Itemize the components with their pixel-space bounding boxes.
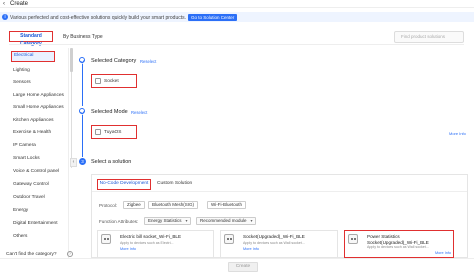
product-more-info-link[interactable]: More Info [243,247,259,251]
help-icon[interactable]: ? [67,251,73,257]
create-button[interactable]: Create [228,262,258,272]
tabs-divider [9,44,464,45]
protocol-zigbee[interactable]: Zigbee [123,201,145,209]
reselect-category-link[interactable]: Reselect [140,59,156,64]
sidebar-item-outdoor-travel[interactable]: Outdoor Travel [13,195,45,200]
protocol-bluetooth-mesh[interactable]: Bluetooth Mesh(SIG) [148,201,199,209]
solution-center-button[interactable]: Go to Solution Center [188,13,238,21]
energy-statistics-dropdown[interactable]: Energy Statistics ▾ [144,217,191,225]
info-banner: i Various perfected and cost-effective s… [0,12,474,22]
product-more-info-link[interactable]: More Info [435,251,451,255]
tuyaos-icon [95,129,101,135]
sidebar-item-gateway-control[interactable]: Gateway Control [13,182,49,187]
selected-category-card[interactable]: Socket [91,74,137,88]
category-help-text: Can't find the category? [6,252,57,257]
tab-no-code-development[interactable]: No-Code Development [97,179,151,190]
sidebar-item-kitchen-appliances[interactable]: Kitchen Appliances [13,118,54,123]
banner-text: Various perfected and cost-effective sol… [10,14,187,21]
product-description: Apply to devices such as Wall socket... [367,245,429,249]
sidebar-item-voice-control-panel[interactable]: Voice & Control panel [13,169,59,174]
sidebar-item-large-home-appliances[interactable]: Large Home Appliances [13,93,64,98]
sidebar-item-digital-entertainment[interactable]: Digital Entertainment [13,221,58,226]
select-solution-title: Select a solution [91,159,132,165]
back-icon[interactable]: ‹ [3,1,5,7]
reselect-mode-link[interactable]: Reselect [131,110,147,115]
sidebar-item-energy[interactable]: Energy [13,208,28,213]
chevron-down-icon: ▾ [250,218,253,223]
product-card-socket-upgraded[interactable]: Socket(Upgraded)_Wi-Fi_BLE Apply to devi… [220,230,338,258]
sidebar-item-electrical[interactable]: Electrical [11,51,55,62]
product-card-electric-bill-socket[interactable]: Electric bill socket_Wi-Fi_BLE Apply to … [97,230,214,258]
socket-icon [101,234,111,244]
footer-bar: Create [0,258,474,274]
sidebar-item-sensors[interactable]: Sensors [13,80,31,85]
product-description: Apply to devices such as Wall socket... [243,241,305,245]
tab-custom-solution[interactable]: Custom Solution [157,181,192,186]
subtab-divider [92,191,467,192]
category-tabs: Standard Category By Business Type Find … [0,28,474,50]
sidebar-item-lighting[interactable]: Lighting [13,68,30,73]
socket-icon [95,78,101,84]
step-connector-1 [82,64,83,106]
selected-category-title: Selected Category [91,58,137,64]
top-bar: ‹ Create [0,0,474,8]
socket-icon [348,234,358,244]
socket-icon [224,234,234,244]
selected-mode-value: TuyaOS [104,129,122,135]
page-title: Create [10,1,29,7]
product-name: Socket(Upgraded)_Wi-Fi_BLE [243,234,305,239]
collapse-sidebar-icon[interactable]: ‹ [70,158,77,167]
recommended-module-dropdown[interactable]: Recommended module ▾ [196,217,256,225]
protocol-wifi-bluetooth[interactable]: Wi-Fi-Bluetooth [207,201,247,209]
sidebar-item-exercise-health[interactable]: Exercise & Health [13,130,51,135]
function-attributes-label: Function Attributes: [99,219,139,224]
sidebar-item-ip-camera[interactable]: IP Camera [13,143,36,148]
sidebar-item-others[interactable]: Others [13,234,27,239]
product-description: Apply to devices such as Electri... [120,241,174,245]
selected-mode-card[interactable]: TuyaOS [91,125,137,139]
product-card-power-statistics-socket[interactable]: Power Statistics Socket(Upgraded)_Wi-Fi_… [344,230,454,258]
step-connector-2 [82,115,83,157]
sidebar-item-smart-locks[interactable]: Smart Locks [13,156,40,161]
energy-statistics-value: Energy Statistics [148,218,182,223]
sidebar-item-small-home-appliances[interactable]: Small Home Appliances [13,105,64,110]
product-name: Power Statistics Socket(Upgraded)_Wi-Fi_… [367,234,429,245]
product-name: Electric bill socket_Wi-Fi_BLE [120,234,182,239]
chevron-down-icon: ▾ [185,218,188,223]
find-solutions-input[interactable]: Find product solutions [394,31,464,43]
selected-category-value: Socket [104,78,119,84]
recommended-module-value: Recommended module [200,218,247,223]
product-more-info-link[interactable]: More Info [120,247,136,251]
tab-by-business-type[interactable]: By Business Type [63,34,103,40]
sidebar-scroll-thumb[interactable] [70,48,73,72]
step-1-check-icon [79,57,85,63]
step-3-badge: 3 [79,158,86,165]
info-icon: i [2,14,8,20]
protocol-label: Protocol: [99,203,118,208]
step-2-check-icon [79,108,85,114]
tab-standard-category[interactable]: Standard Category [9,31,53,47]
category-sidebar: Electrical Lighting Sensors Large Home A… [9,48,69,258]
solution-panel: No-Code Development Custom Solution Prot… [91,174,468,258]
mode-more-info-link[interactable]: More Info [449,131,466,136]
selected-mode-title: Selected Mode [91,109,128,115]
